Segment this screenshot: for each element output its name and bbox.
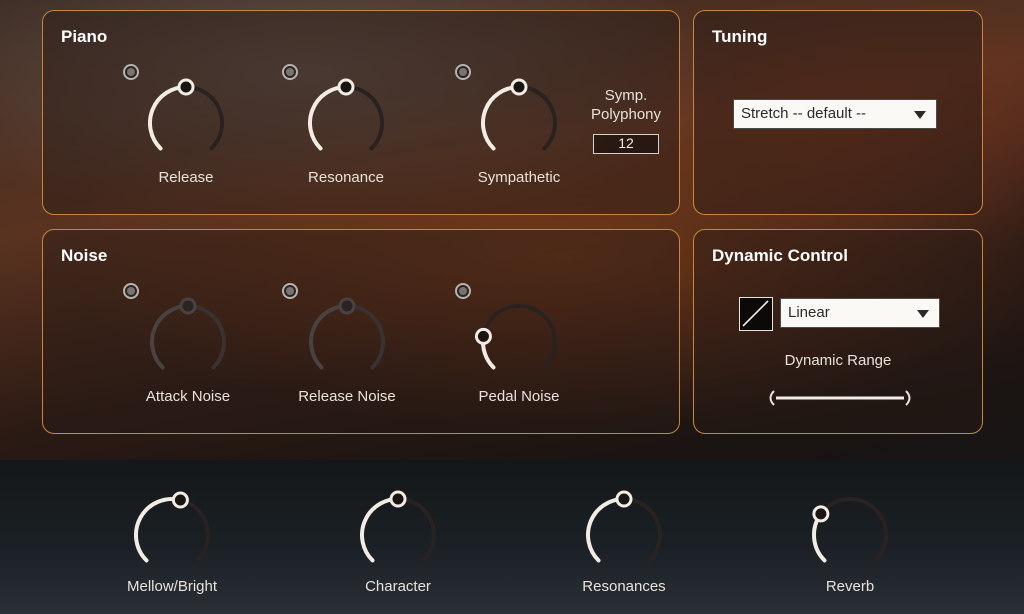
symp-polyphony-value[interactable]: 12 [593,134,659,154]
tuning-dropdown-value: Stretch -- default -- [741,105,867,122]
release-noise-label: Release Noise [298,388,396,405]
symp-polyphony-label-line1: Symp. [604,87,648,104]
knob-track [622,497,662,563]
pedal-noise-knob[interactable] [469,290,569,390]
pedal-noise-label: Pedal Noise [478,388,560,405]
release-knob[interactable] [136,71,236,171]
knob-track [345,304,385,370]
noise-panel: Noise Attack Noise Release Noise Pedal N… [42,229,680,434]
knob-track [818,497,888,563]
symp-polyphony-label: Symp. Polyphony [583,86,669,124]
noise-panel-title: Noise [61,246,108,265]
resonance-knob[interactable] [296,71,396,171]
character-knob[interactable] [348,483,448,583]
knob-value-arc [308,85,348,151]
dynamic-range-slider[interactable] [766,388,914,408]
chevron-down-icon [914,111,926,119]
dynamic-control-panel-title: Dynamic Control [712,246,849,265]
knob-value-arc [481,85,521,151]
tuning-dropdown[interactable]: Stretch -- default -- [733,99,937,129]
knob-handle [474,327,492,345]
knob-track [396,497,436,563]
tuning-panel-title: Tuning [712,27,768,46]
reverb-label: Reverb [825,578,875,595]
sympathetic-label: Sympathetic [477,169,561,186]
chevron-down-icon [917,310,929,318]
tuning-panel: Tuning Stretch -- default -- [693,10,983,215]
knob-handle [338,297,356,315]
knob-value-arc [309,304,349,370]
piano-panel-title: Piano [61,27,108,46]
resonance-label: Resonance [308,169,384,186]
sympathetic-knob[interactable] [469,71,569,171]
knob-handle [615,490,633,508]
piano-panel: Piano Release Resonance Sympathetic Symp… [42,10,680,215]
resonances-label: Resonances [582,578,666,595]
knob-handle [389,490,407,508]
reverb-knob[interactable] [800,483,900,583]
knob-track [344,85,384,151]
resonances-knob[interactable] [574,483,674,583]
knob-handle [179,297,197,315]
curve-dropdown[interactable]: Linear [780,298,940,328]
release-noise-knob[interactable] [297,290,397,390]
linear-curve-icon[interactable] [739,297,773,331]
knob-value-arc [134,497,183,563]
attack-noise-knob[interactable] [138,290,238,390]
mellow-bright-knob[interactable] [122,483,222,583]
attack-noise-enable-toggle[interactable] [123,283,139,299]
knob-track [184,85,224,151]
knob-track [517,85,557,151]
knob-handle [171,491,189,509]
knob-handle [510,78,528,96]
dynamic-control-panel: Dynamic Control Linear Dynamic Range [693,229,983,434]
knob-track [186,304,226,370]
mellow-bright-label: Mellow/Bright [126,578,218,595]
symp-polyphony-label-line2: Polyphony [590,106,662,123]
knob-value-arc [586,497,626,563]
curve-dropdown-value: Linear [788,304,830,321]
knob-handle [812,505,830,523]
attack-noise-label: Attack Noise [145,388,231,405]
release-noise-enable-toggle[interactable] [282,283,298,299]
knob-track [481,304,557,370]
dynamic-range-label: Dynamic Range [784,352,892,369]
knob-value-arc [360,497,400,563]
release-label: Release [158,169,214,186]
knob-track [178,497,211,563]
knob-handle [337,78,355,96]
knob-value-arc [150,304,190,370]
character-label: Character [365,578,431,595]
knob-handle [177,78,195,96]
knob-value-arc [148,85,188,151]
